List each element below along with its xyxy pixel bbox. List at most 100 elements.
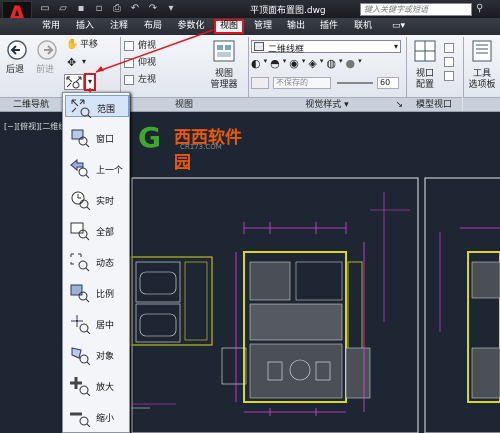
forward-arrow-icon: [37, 40, 57, 60]
not-saved-field[interactable]: 不保存的: [273, 77, 331, 89]
visual-style-value: 二维线框: [268, 45, 305, 55]
open-file-icon[interactable]: ▱: [56, 2, 70, 15]
zoom-window-label: 窗口: [96, 135, 115, 145]
zoom-previous-item[interactable]: 上一个: [65, 157, 129, 179]
zoom-in-item[interactable]: 放大: [65, 374, 129, 396]
tab-plugins[interactable]: 插件: [316, 19, 342, 34]
visual-styles-title-label: 视觉样式: [305, 100, 342, 110]
viewport-config-icon: [414, 40, 436, 62]
view-left-button[interactable]: 左视: [124, 74, 170, 87]
sphere-icon[interactable]: ●: [345, 57, 355, 73]
zoom-object-icon: [71, 347, 91, 365]
nav-panel-title: 二维导航: [0, 97, 62, 111]
visual-style-save-row: 不保存的 60: [251, 77, 401, 91]
tab-insert[interactable]: 插入: [72, 19, 98, 34]
edge-effects-icon[interactable]: ◐: [251, 57, 261, 73]
wireframe-icon: [254, 42, 264, 51]
tab-parametric[interactable]: 参数化: [172, 19, 210, 34]
zoom-object-item[interactable]: 对象: [65, 343, 129, 365]
tool-palettes-panel-title: [463, 97, 500, 111]
tab-view[interactable]: 视图: [214, 19, 244, 34]
view-top-button[interactable]: 俯视: [124, 40, 170, 53]
xray-icon[interactable]: ◍: [326, 57, 336, 73]
zoom-realtime-label: 实时: [96, 197, 115, 207]
join-viewports-icon[interactable]: [444, 43, 454, 53]
save-icon[interactable]: ▪: [74, 2, 88, 15]
zoom-in-icon: [70, 377, 91, 396]
ribbon-options-icon[interactable]: ▭▾: [392, 21, 405, 31]
zoom-scale-label: 比例: [96, 290, 115, 300]
dialog-launcher-icon[interactable]: ↘: [395, 98, 403, 112]
opacity-value[interactable]: 60: [377, 77, 399, 89]
tool-palettes-button[interactable]: 工具 选项板: [464, 39, 500, 95]
zoom-center-label: 居中: [96, 321, 115, 331]
view-manager-button[interactable]: 视图 管理器: [204, 39, 244, 95]
zoom-window-item[interactable]: 窗口: [65, 126, 129, 148]
zoom-all-label: 全部: [96, 228, 115, 238]
material-icon[interactable]: ◈: [308, 57, 316, 73]
zoom-realtime-item[interactable]: 实时: [65, 188, 129, 210]
back-label: 后退: [6, 65, 25, 75]
view-bottom-button[interactable]: 仰视: [124, 57, 170, 70]
undo-icon[interactable]: ↶: [128, 2, 142, 15]
tab-annotate[interactable]: 注释: [106, 19, 132, 34]
view-bottom-label: 仰视: [138, 58, 157, 68]
tab-home[interactable]: 常用: [38, 19, 64, 34]
visual-styles-panel-title: 视觉样式 ▾ ↘: [248, 97, 406, 111]
opacity-slider[interactable]: [337, 82, 373, 84]
zoom-out-item[interactable]: 缩小: [65, 405, 129, 427]
zoom-extents-icon: [66, 76, 82, 89]
zoom-all-item[interactable]: 全部: [65, 219, 129, 241]
face-style-icon[interactable]: [251, 77, 269, 89]
viewport-controls-label[interactable]: [−][俯视][二维线: [4, 121, 66, 132]
tool-palettes-icon: [472, 40, 492, 62]
tab-online[interactable]: 联机: [350, 19, 376, 34]
clip-viewport-icon[interactable]: [444, 71, 454, 81]
viewport-config-button[interactable]: 视口 配置: [408, 39, 442, 95]
chevron-down-icon: ▾: [393, 42, 398, 51]
view-top-label: 俯视: [138, 41, 157, 51]
back-button[interactable]: 后退: [4, 39, 30, 79]
lighting-icon[interactable]: ◉: [289, 57, 299, 73]
qat-dropdown-icon[interactable]: ▾: [164, 2, 178, 15]
save-as-icon[interactable]: ▫: [92, 2, 106, 15]
print-icon[interactable]: ⎙: [110, 2, 124, 15]
tab-layout[interactable]: 布局: [140, 19, 166, 34]
zoom-scale-item[interactable]: 比例: [65, 281, 129, 303]
orbit-icon[interactable]: ✥: [67, 56, 76, 69]
zoom-extents-button[interactable]: [64, 74, 84, 90]
visual-style-tools-row: ◐ ▾ ◓ ▾ ◉ ▾ ◈ ▾ ◍ ▾ ● ▾: [251, 57, 401, 73]
forward-button[interactable]: 前进: [34, 39, 60, 79]
zoom-previous-icon: [70, 159, 90, 179]
zoom-center-item[interactable]: 居中: [65, 312, 129, 334]
view-left-label: 左视: [138, 75, 157, 85]
visual-style-dropdown[interactable]: 二维线框 ▾: [251, 40, 401, 55]
zoom-previous-label: 上一个: [96, 166, 124, 176]
ribbon-tab-bar: 常用 插入 注释 布局 参数化 视图 管理 输出 插件 联机 ▭▾: [0, 18, 500, 35]
shadow-icon[interactable]: ◓: [270, 57, 280, 73]
left-view-icon: [124, 75, 134, 85]
restore-viewports-icon[interactable]: [444, 57, 454, 67]
tab-manage[interactable]: 管理: [250, 19, 276, 34]
panel-expand-icon[interactable]: ▾: [344, 100, 349, 110]
zoom-extents-item[interactable]: 范围: [65, 95, 129, 118]
zoom-dropdown-button[interactable]: ▾: [84, 73, 96, 91]
redo-icon[interactable]: ↷: [146, 2, 160, 15]
view-manager-label-2: 管理器: [210, 80, 238, 90]
zoom-dropdown-menu: 范围 窗口 上一个 实时 全部 动态 比例 居中 对象 放大 缩小: [62, 92, 130, 433]
orbit-dropdown-icon[interactable]: ▾: [82, 57, 86, 66]
view-manager-icon: [213, 40, 235, 62]
tab-output[interactable]: 输出: [283, 19, 309, 34]
zoom-dynamic-item[interactable]: 动态: [65, 250, 129, 272]
zoom-out-label: 缩小: [96, 414, 115, 424]
new-file-icon[interactable]: ▭: [38, 2, 52, 15]
pan-button[interactable]: ✋ 平移: [64, 39, 104, 52]
search-input[interactable]: 键入关键字或短语: [360, 3, 472, 16]
search-icon[interactable]: ⚲: [476, 3, 483, 14]
zoom-extents-icon: [71, 99, 92, 118]
title-bar: ▭ ▱ ▪ ▫ ⎙ ↶ ↷ ▾ 平顶面布置图.dwg 键入关键字或短语 ⚲: [0, 0, 500, 18]
top-view-icon: [124, 41, 134, 51]
zoom-window-icon: [71, 129, 90, 148]
zoom-all-icon: [70, 222, 90, 241]
panel-divider: [120, 37, 121, 97]
